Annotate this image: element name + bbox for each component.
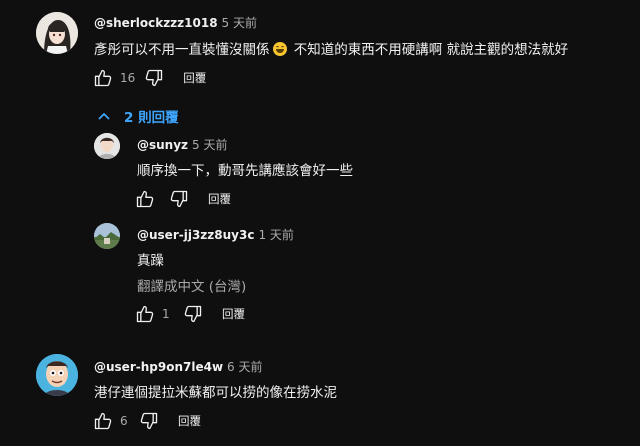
grinning-face-emoji-icon bbox=[272, 42, 287, 56]
dislike-button[interactable] bbox=[138, 410, 160, 432]
comment-actions: 16 回覆 bbox=[92, 66, 206, 90]
reply-author-line: @user-jj3zz8uy3c 1 天前 bbox=[137, 226, 294, 243]
reply-actions: 1 回覆 bbox=[134, 302, 245, 326]
comment-author-line: @user-hp9on7le4w 6 天前 bbox=[94, 358, 262, 375]
comment-text-part: 彥彤可以不用一直裝懂沒關係 bbox=[94, 42, 270, 58]
reply-text: 順序換一下，動哥先講應該會好一些 bbox=[137, 163, 353, 179]
chevron-up-icon bbox=[98, 112, 110, 120]
comment-timestamp[interactable]: 6 天前 bbox=[227, 360, 262, 374]
thumb-up-icon bbox=[94, 69, 112, 87]
anime-avatar-image bbox=[36, 12, 78, 54]
thumb-down-icon bbox=[170, 190, 188, 208]
like-count: 16 bbox=[120, 71, 136, 85]
landscape-avatar-image bbox=[94, 223, 120, 249]
comment-text: 彥彤可以不用一直裝懂沒關係 不知道的東西不用硬講啊 就說主觀的想法就好 bbox=[94, 38, 568, 58]
avatar[interactable] bbox=[36, 354, 78, 396]
thumb-down-icon bbox=[146, 69, 163, 87]
reply-author[interactable]: @user-jj3zz8uy3c bbox=[137, 228, 254, 242]
comment-author[interactable]: @sherlockzzz1018 bbox=[94, 16, 218, 30]
thumb-up-icon bbox=[136, 190, 154, 208]
reply-text: 真躁 bbox=[137, 253, 164, 269]
like-button[interactable] bbox=[92, 67, 114, 89]
dislike-button[interactable] bbox=[182, 303, 204, 325]
reply-timestamp[interactable]: 1 天前 bbox=[258, 228, 293, 242]
dislike-button[interactable] bbox=[143, 67, 165, 89]
user-avatar-image bbox=[94, 133, 120, 159]
translate-link[interactable]: 翻譯成中文 (台灣) bbox=[137, 275, 246, 295]
reply-button[interactable]: 回覆 bbox=[222, 306, 245, 322]
comment-actions: 6 回覆 bbox=[92, 409, 201, 433]
dislike-button[interactable] bbox=[168, 188, 190, 210]
cartoon-avatar-image bbox=[36, 354, 78, 396]
thumb-up-icon bbox=[136, 305, 154, 323]
comment-timestamp[interactable]: 5 天前 bbox=[222, 16, 257, 30]
avatar[interactable] bbox=[94, 133, 120, 159]
reply-button[interactable]: 回覆 bbox=[183, 70, 206, 86]
comment-text-part: 不知道的東西不用硬講啊 就說主觀的想法就好 bbox=[289, 42, 569, 58]
avatar[interactable] bbox=[94, 223, 120, 249]
replies-toggle[interactable]: 2 則回覆 bbox=[96, 106, 179, 126]
reply-actions: 回覆 bbox=[134, 187, 231, 211]
reply-timestamp[interactable]: 5 天前 bbox=[192, 138, 227, 152]
like-button[interactable] bbox=[134, 188, 156, 210]
reply-button[interactable]: 回覆 bbox=[208, 191, 231, 207]
reply-button[interactable]: 回覆 bbox=[178, 413, 201, 429]
replies-toggle-label: 2 則回覆 bbox=[124, 110, 179, 126]
comment-author[interactable]: @user-hp9on7le4w bbox=[94, 360, 223, 374]
thumb-up-icon bbox=[94, 412, 112, 430]
reply-author-line: @sunyz 5 天前 bbox=[137, 136, 228, 153]
comment-author-line: @sherlockzzz1018 5 天前 bbox=[94, 14, 257, 31]
like-button[interactable] bbox=[134, 303, 156, 325]
comment-text: 港仔連個提拉米蘇都可以捞的像在捞水泥 bbox=[94, 385, 337, 401]
thumb-down-icon bbox=[184, 305, 202, 323]
like-count: 1 bbox=[162, 307, 170, 321]
reply-author[interactable]: @sunyz bbox=[137, 138, 188, 152]
like-button[interactable] bbox=[92, 410, 114, 432]
avatar[interactable] bbox=[36, 12, 78, 54]
thumb-down-icon bbox=[140, 412, 158, 430]
like-count: 6 bbox=[120, 414, 128, 428]
